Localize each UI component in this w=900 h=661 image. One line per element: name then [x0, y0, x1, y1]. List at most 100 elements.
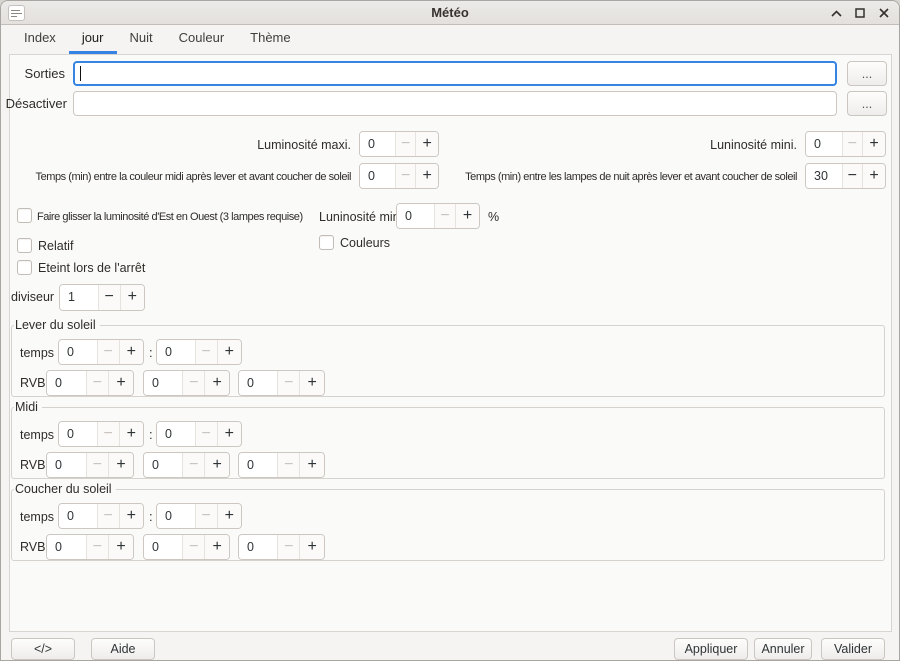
spin-value[interactable]: 0: [157, 422, 195, 446]
spin-decrement-button[interactable]: −: [97, 422, 119, 446]
spin-value[interactable]: 0: [239, 453, 277, 477]
spin-value[interactable]: 0: [59, 504, 97, 528]
spin-increment-button[interactable]: +: [299, 453, 324, 477]
sorties-label: Sorties: [25, 66, 65, 81]
spin-decrement-button[interactable]: −: [182, 371, 204, 395]
valider-button[interactable]: Valider: [821, 638, 885, 660]
diviseur-label: diviseur: [11, 290, 54, 304]
spin-value[interactable]: 0: [360, 164, 395, 188]
code-button[interactable]: </>: [11, 638, 75, 660]
spin-increment-button[interactable]: +: [119, 340, 143, 364]
spin-value[interactable]: 0: [47, 535, 86, 559]
spin-decrement-button[interactable]: −: [395, 164, 415, 188]
spin-increment-button[interactable]: +: [455, 204, 479, 228]
eteint-checkbox[interactable]: [17, 260, 32, 275]
sorties-browse-button[interactable]: ...: [847, 61, 887, 86]
spin-increment-button[interactable]: +: [217, 422, 241, 446]
desactiver-browse-button[interactable]: ...: [847, 91, 887, 116]
maximize-button[interactable]: [851, 4, 869, 22]
sorties-input[interactable]: [73, 61, 837, 86]
spin-decrement-button[interactable]: −: [97, 504, 119, 528]
spin-increment-button[interactable]: +: [108, 535, 133, 559]
spin-value[interactable]: 0: [397, 204, 434, 228]
tab-index[interactable]: Index: [11, 25, 69, 54]
spin-increment-button[interactable]: +: [119, 422, 143, 446]
minimize-button[interactable]: [827, 4, 845, 22]
spin-value[interactable]: 0: [47, 371, 86, 395]
spin-value[interactable]: 0: [360, 132, 395, 156]
spin-decrement-button[interactable]: −: [195, 340, 217, 364]
midi-temps-heure-spinner: 0 − +: [58, 421, 144, 447]
close-x-icon: [879, 8, 889, 18]
glisser-label: Faire glisser la luminosité d'Est en Oue…: [37, 211, 303, 223]
spin-value[interactable]: 0: [239, 371, 277, 395]
luninosite-mini-spinner: 0 − +: [805, 131, 886, 157]
spin-value[interactable]: 1: [60, 285, 98, 310]
spin-increment-button[interactable]: +: [108, 453, 133, 477]
spin-increment-button[interactable]: +: [204, 371, 229, 395]
spin-increment-button[interactable]: +: [299, 371, 324, 395]
spin-value[interactable]: 0: [47, 453, 86, 477]
close-button[interactable]: [875, 4, 893, 22]
spin-decrement-button[interactable]: −: [842, 164, 863, 188]
spin-increment-button[interactable]: +: [862, 164, 885, 188]
spin-decrement-button[interactable]: −: [434, 204, 455, 228]
spin-value[interactable]: 0: [144, 535, 182, 559]
couleurs-checkbox[interactable]: [319, 235, 334, 250]
titlebar[interactable]: Météo: [1, 1, 899, 25]
spin-decrement-button[interactable]: −: [277, 535, 299, 559]
glisser-checkbox[interactable]: [17, 208, 32, 223]
tab-nuit[interactable]: Nuit: [117, 25, 166, 54]
time-separator: :: [149, 427, 153, 442]
spin-decrement-button[interactable]: −: [86, 535, 108, 559]
spin-decrement-button[interactable]: −: [395, 132, 415, 156]
spin-value[interactable]: 0: [59, 422, 97, 446]
tab-jour[interactable]: jour: [69, 25, 117, 54]
spin-value[interactable]: 0: [239, 535, 277, 559]
spin-increment-button[interactable]: +: [299, 535, 324, 559]
spin-decrement-button[interactable]: −: [97, 340, 119, 364]
spin-value[interactable]: 0: [806, 132, 842, 156]
spin-increment-button[interactable]: +: [217, 340, 241, 364]
spin-increment-button[interactable]: +: [119, 504, 143, 528]
spin-decrement-button[interactable]: −: [277, 371, 299, 395]
spin-value[interactable]: 0: [157, 504, 195, 528]
relatif-label: Relatif: [38, 239, 73, 253]
spin-increment-button[interactable]: +: [415, 164, 438, 188]
tab-couleur[interactable]: Couleur: [166, 25, 238, 54]
spin-increment-button[interactable]: +: [120, 285, 144, 310]
spin-decrement-button[interactable]: −: [195, 504, 217, 528]
spin-increment-button[interactable]: +: [415, 132, 438, 156]
spin-decrement-button[interactable]: −: [86, 371, 108, 395]
spin-decrement-button[interactable]: −: [98, 285, 120, 310]
spin-increment-button[interactable]: +: [204, 535, 229, 559]
annuler-button[interactable]: Annuler: [754, 638, 812, 660]
spin-increment-button[interactable]: +: [217, 504, 241, 528]
midi-rvb-r-spinner: 0 − +: [46, 452, 134, 478]
tab-theme[interactable]: Thème: [237, 25, 303, 54]
luminosite-maxi-label: Luminosité maxi.: [257, 138, 351, 152]
spin-decrement-button[interactable]: −: [195, 422, 217, 446]
aide-button[interactable]: Aide: [91, 638, 155, 660]
spin-decrement-button[interactable]: −: [86, 453, 108, 477]
desactiver-label: Désactiver: [6, 96, 67, 111]
spin-increment-button[interactable]: +: [204, 453, 229, 477]
lever-rvb-v-spinner: 0 − +: [143, 370, 230, 396]
chevron-up-icon: [831, 10, 842, 17]
spin-decrement-button[interactable]: −: [842, 132, 863, 156]
spin-decrement-button[interactable]: −: [182, 535, 204, 559]
spin-value[interactable]: 0: [144, 371, 182, 395]
spin-increment-button[interactable]: +: [862, 132, 885, 156]
spin-decrement-button[interactable]: −: [182, 453, 204, 477]
spin-decrement-button[interactable]: −: [277, 453, 299, 477]
appliquer-button[interactable]: Appliquer: [674, 638, 748, 660]
desactiver-input[interactable]: [73, 91, 837, 116]
relatif-checkbox[interactable]: [17, 238, 32, 253]
spin-value[interactable]: 0: [157, 340, 195, 364]
coucher-temps-heure-spinner: 0 − +: [58, 503, 144, 529]
spin-value[interactable]: 0: [59, 340, 97, 364]
temps-couleur-label: Temps (min) entre la couleur midi après …: [36, 171, 351, 183]
spin-value[interactable]: 0: [144, 453, 182, 477]
spin-value[interactable]: 30: [806, 164, 842, 188]
spin-increment-button[interactable]: +: [108, 371, 133, 395]
